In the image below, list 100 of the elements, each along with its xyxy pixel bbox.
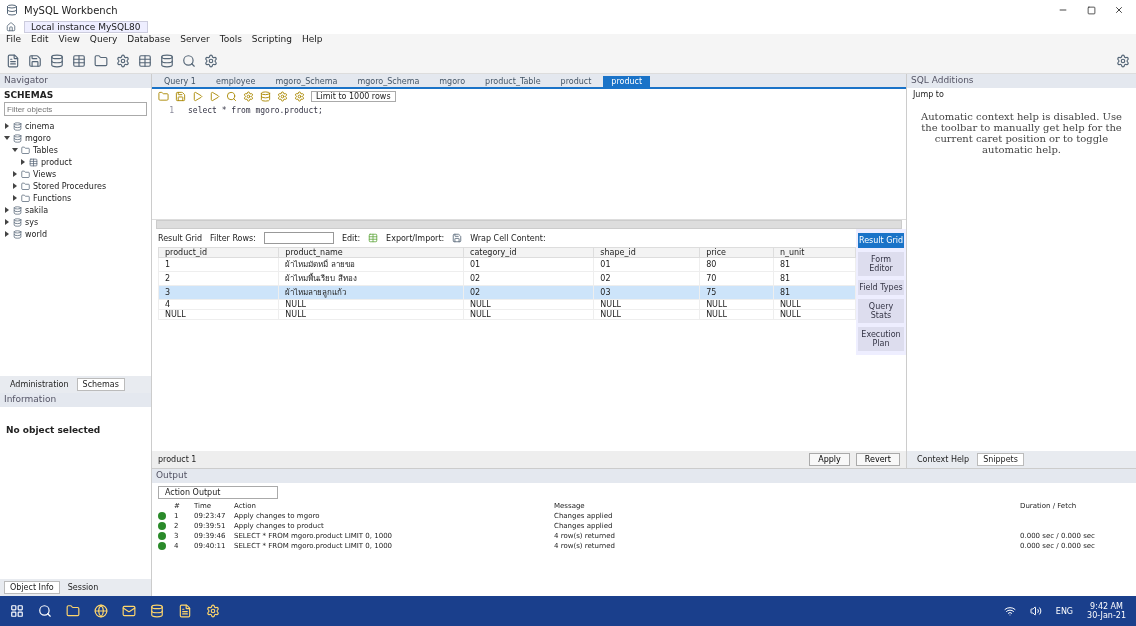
side-panel-button[interactable]: Field Types bbox=[858, 280, 904, 295]
taskbar-icon[interactable] bbox=[206, 604, 220, 618]
collapsed-arrow-icon[interactable] bbox=[12, 195, 18, 201]
panel-tab[interactable]: Schemas bbox=[76, 378, 125, 391]
filter-field[interactable]: Filter objects bbox=[4, 102, 147, 116]
query-toolbar-icon[interactable] bbox=[277, 91, 288, 102]
limit-select[interactable]: Limit to 1000 rows bbox=[311, 91, 396, 102]
editor-tab[interactable]: product bbox=[552, 76, 600, 87]
tree-item[interactable]: mgoro bbox=[25, 133, 51, 143]
result-row[interactable]: NULL NULL NULL NULL NULL NULL bbox=[158, 309, 856, 320]
output-select[interactable]: Action Output bbox=[158, 486, 278, 499]
column-header[interactable]: product_id bbox=[158, 247, 279, 258]
collapsed-arrow-icon[interactable] bbox=[4, 207, 10, 213]
menu-item[interactable]: Scripting bbox=[251, 34, 292, 48]
edit-label: Edit: bbox=[341, 233, 361, 243]
settings-icon[interactable] bbox=[1116, 53, 1130, 68]
connection-tab[interactable]: Local instance MySQL80 bbox=[24, 21, 148, 33]
editor-tab[interactable]: employee bbox=[207, 76, 264, 87]
toolbar-icon[interactable] bbox=[94, 53, 108, 68]
toolbar-icon[interactable] bbox=[160, 53, 174, 68]
result-tab[interactable]: product 1 bbox=[158, 455, 197, 464]
toolbar-icon[interactable] bbox=[72, 53, 86, 68]
panel-tab[interactable]: Snippets bbox=[977, 453, 1024, 466]
editor-tab[interactable]: Query 1 bbox=[156, 76, 204, 87]
panel-tab[interactable]: Administration bbox=[4, 378, 75, 391]
menu-item[interactable]: Edit bbox=[31, 34, 49, 48]
collapsed-arrow-icon[interactable] bbox=[4, 123, 10, 129]
query-toolbar-icon[interactable] bbox=[260, 91, 271, 102]
clock-time[interactable]: 9:42 AM bbox=[1090, 602, 1123, 611]
collapsed-arrow-icon[interactable] bbox=[4, 231, 10, 237]
column-header[interactable]: category_id bbox=[463, 247, 594, 258]
expanded-arrow-icon[interactable] bbox=[4, 135, 10, 141]
side-panel-button[interactable]: Execution Plan bbox=[858, 327, 904, 351]
query-toolbar-icon[interactable] bbox=[243, 91, 254, 102]
menu-item[interactable]: Help bbox=[301, 34, 323, 48]
column-header[interactable]: n_unit bbox=[773, 247, 856, 258]
editor-tab[interactable]: product bbox=[603, 76, 651, 87]
taskbar-icon[interactable] bbox=[178, 604, 192, 618]
result-row[interactable]: 4 NULL NULL NULL NULL NULL bbox=[158, 299, 856, 310]
tree-item[interactable]: cinema bbox=[25, 121, 55, 131]
collapsed-arrow-icon[interactable] bbox=[12, 183, 18, 189]
panel-tab[interactable]: Session bbox=[61, 581, 105, 594]
scrollbar[interactable] bbox=[156, 220, 902, 229]
taskbar-icon[interactable] bbox=[94, 604, 108, 618]
tree-item[interactable]: Tables bbox=[33, 145, 58, 155]
toolbar-icon[interactable] bbox=[204, 53, 218, 68]
tree-item[interactable]: product bbox=[41, 157, 72, 167]
query-toolbar-icon[interactable] bbox=[294, 91, 305, 102]
tree-item[interactable]: sakila bbox=[25, 205, 49, 215]
query-toolbar-icon[interactable] bbox=[192, 91, 203, 102]
panel-tab[interactable]: Context Help bbox=[911, 453, 976, 466]
home-icon[interactable] bbox=[6, 22, 16, 32]
menu-item[interactable]: Tools bbox=[219, 34, 242, 48]
expanded-arrow-icon[interactable] bbox=[12, 147, 18, 153]
toolbar-icon[interactable] bbox=[28, 53, 42, 68]
tree-item[interactable]: Views bbox=[33, 169, 57, 179]
tree-item[interactable]: Stored Procedures bbox=[33, 181, 107, 191]
wifi-icon[interactable] bbox=[1003, 605, 1016, 617]
language-indicator[interactable]: ENG bbox=[1055, 606, 1074, 616]
editor-tab[interactable]: product_Table bbox=[477, 76, 549, 87]
editor-tab[interactable]: mgoro_Schema bbox=[349, 76, 428, 87]
taskbar-icon[interactable] bbox=[66, 604, 80, 618]
query-toolbar-icon[interactable] bbox=[175, 91, 186, 102]
column-header[interactable]: product_name bbox=[278, 247, 464, 258]
menu-item[interactable]: Server bbox=[180, 34, 210, 48]
tree-item[interactable]: sys bbox=[25, 217, 39, 227]
panel-tab[interactable]: Object Info bbox=[4, 581, 60, 594]
menu-item[interactable]: Query bbox=[89, 34, 118, 48]
taskbar-icon[interactable] bbox=[150, 604, 164, 618]
start-icon[interactable] bbox=[10, 604, 24, 618]
side-panel-button[interactable]: Result Grid bbox=[858, 233, 904, 248]
apply-button[interactable]: Apply bbox=[809, 453, 850, 466]
clock-date[interactable]: 30-Jan-21 bbox=[1087, 611, 1126, 620]
tree-item[interactable]: Functions bbox=[33, 193, 72, 203]
tree-item[interactable]: world bbox=[25, 229, 48, 239]
collapsed-arrow-icon[interactable] bbox=[20, 159, 26, 165]
collapsed-arrow-icon[interactable] bbox=[4, 219, 10, 225]
toolbar-icon[interactable] bbox=[6, 53, 20, 68]
jump-label[interactable]: Jump to bbox=[913, 90, 944, 99]
filter-rows-field[interactable] bbox=[263, 232, 334, 244]
volume-icon[interactable] bbox=[1029, 605, 1042, 617]
side-panel-button[interactable]: Query Stats bbox=[858, 299, 904, 323]
side-panel-button[interactable]: Form Editor bbox=[858, 252, 904, 276]
query-toolbar-icon[interactable] bbox=[226, 91, 237, 102]
collapsed-arrow-icon[interactable] bbox=[12, 171, 18, 177]
toolbar-icon[interactable] bbox=[138, 53, 152, 68]
toolbar-icon[interactable] bbox=[182, 53, 196, 68]
toolbar-icon[interactable] bbox=[50, 53, 64, 68]
menu-item[interactable]: Database bbox=[127, 34, 171, 48]
toolbar-icon[interactable] bbox=[116, 53, 130, 68]
menu-item[interactable]: File bbox=[6, 34, 22, 48]
apply-button[interactable]: Revert bbox=[855, 453, 900, 466]
query-toolbar-icon[interactable] bbox=[209, 91, 220, 102]
editor-tab[interactable]: mgoro bbox=[431, 76, 474, 87]
taskbar-icon[interactable] bbox=[122, 604, 136, 618]
menu-item[interactable]: View bbox=[58, 34, 80, 48]
editor-tab[interactable]: mgoro_Schema bbox=[267, 76, 346, 87]
search-icon[interactable] bbox=[38, 604, 52, 618]
column-header[interactable]: price bbox=[699, 247, 774, 258]
column-header[interactable]: shape_id bbox=[593, 247, 700, 258]
